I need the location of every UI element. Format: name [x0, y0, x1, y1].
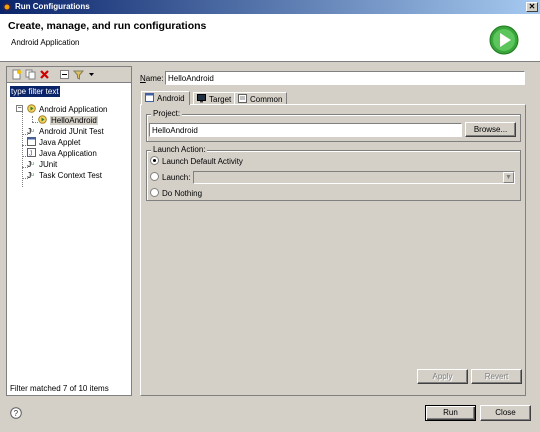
filter-input-text[interactable]: type filter text: [10, 86, 60, 97]
window-close-button[interactable]: ✕: [526, 2, 538, 12]
tree-item-label: Android JUnit Test: [39, 127, 104, 136]
tree-item-label: Java Applet: [39, 138, 81, 147]
banner-heading: Create, manage, and run configurations: [8, 20, 207, 32]
junit-icon: Ju: [27, 127, 34, 135]
radio-launch[interactable]: Launch:: [150, 172, 190, 183]
close-button[interactable]: Close: [480, 405, 531, 421]
chevron-down-icon: ▼: [503, 172, 514, 183]
tree-item-java-application[interactable]: J Java Application: [27, 148, 97, 159]
svg-text:u: u: [31, 128, 34, 134]
tab-android[interactable]: Android: [141, 91, 190, 105]
launch-action-group-label: Launch Action:: [151, 145, 208, 154]
help-icon[interactable]: ?: [10, 407, 22, 419]
browse-button[interactable]: Browse...: [465, 122, 516, 137]
run-configurations-dialog: Run Configurations ✕ Create, manage, and…: [0, 0, 540, 432]
collapse-all-icon[interactable]: [59, 69, 70, 80]
tree-expander-icon[interactable]: −: [16, 105, 23, 112]
launch-activity-combo: ▼: [193, 171, 515, 184]
android-tab-icon: [145, 93, 154, 102]
filter-status-text: Filter matched 7 of 10 items: [10, 384, 109, 393]
tree-item-label: Task Context Test: [39, 171, 102, 180]
tree-item-label: HelloAndroid: [50, 116, 98, 125]
radio-label: Launch Default Activity: [162, 157, 243, 166]
radio-label: Do Nothing: [162, 189, 203, 198]
radio-label: Launch:: [162, 173, 191, 182]
android-config-icon: [38, 115, 47, 124]
svg-text:J: J: [29, 151, 33, 158]
duplicate-icon[interactable]: [25, 69, 36, 80]
tab-label: Target: [209, 95, 232, 104]
radio-do-nothing[interactable]: Do Nothing: [150, 188, 202, 199]
delete-icon[interactable]: [39, 69, 50, 80]
filter-icon[interactable]: [73, 69, 84, 80]
eclipse-icon: [2, 2, 12, 12]
tree-item-android-application[interactable]: Android Application: [27, 104, 108, 115]
title-bar: Run Configurations ✕: [0, 0, 540, 14]
common-tab-icon: [238, 94, 247, 103]
run-icon: [489, 25, 519, 55]
java-app-icon: J: [27, 148, 36, 157]
tree-item-java-applet[interactable]: Java Applet: [27, 137, 80, 148]
project-group-label: Project:: [151, 109, 183, 118]
android-app-icon: [27, 104, 36, 113]
configuration-tree-pane: type filter text − Android Application H…: [6, 66, 132, 396]
radio-button[interactable]: [150, 188, 159, 197]
tab-label: Android: [157, 94, 185, 103]
revert-button[interactable]: Revert: [471, 369, 522, 384]
run-button[interactable]: Run: [425, 405, 476, 421]
new-configuration-icon[interactable]: [11, 69, 22, 80]
tree-item-android-junit-test[interactable]: Ju Android JUnit Test: [27, 126, 104, 137]
target-tab-icon: [197, 94, 206, 103]
tree-item-label: Java Application: [39, 149, 97, 158]
radio-button-checked[interactable]: [150, 156, 159, 165]
tab-label: Common: [250, 95, 283, 104]
window-title: Run Configurations: [15, 2, 90, 11]
name-label-text: ame:: [145, 74, 164, 83]
dropdown-arrow-icon[interactable]: [87, 69, 96, 80]
dialog-banner: Create, manage, and run configurations A…: [0, 14, 540, 62]
configuration-name-field[interactable]: [165, 71, 525, 85]
tree-item-helloandroid[interactable]: HelloAndroid: [38, 115, 98, 126]
svg-text:u: u: [31, 172, 34, 178]
apply-button[interactable]: Apply: [417, 369, 468, 384]
tree-toolbar: [7, 67, 131, 83]
tree-item-task-context-test[interactable]: Ju Task Context Test: [27, 170, 102, 181]
tree-item-label: Android Application: [39, 105, 108, 114]
tree-item-label: JUnit: [39, 160, 58, 169]
banner-subheading: Android Application: [11, 38, 80, 47]
applet-icon: [27, 137, 36, 146]
radio-button[interactable]: [150, 172, 159, 181]
project-field[interactable]: [149, 123, 462, 137]
name-label: Name:: [140, 74, 164, 83]
tree-item-junit[interactable]: Ju JUnit: [27, 159, 57, 170]
radio-launch-default-activity[interactable]: Launch Default Activity: [150, 156, 243, 167]
junit-icon: Ju: [27, 160, 34, 168]
tree-connector: [22, 112, 23, 187]
svg-text:?: ?: [14, 409, 19, 418]
svg-text:u: u: [31, 161, 34, 167]
junit-icon: Ju: [27, 171, 34, 179]
